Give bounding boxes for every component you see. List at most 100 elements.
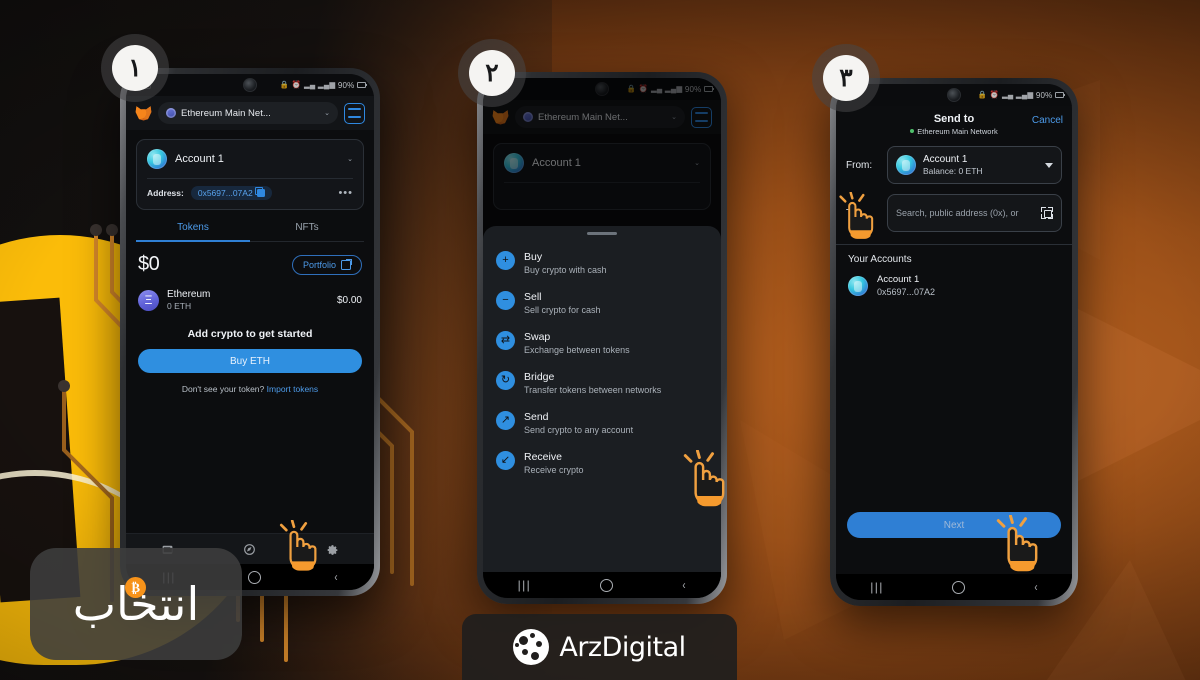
sheet-item-swap[interactable]: ⇄ Swap Exchange between tokens <box>483 323 721 363</box>
cancel-button[interactable]: Cancel <box>1032 115 1063 126</box>
alarm-icon: ⏰ <box>989 90 1000 100</box>
account-switcher-icon[interactable] <box>344 102 365 124</box>
send-header: Send to Ethereum Main Network Cancel <box>836 106 1072 141</box>
network-selector[interactable]: Ethereum Main Net... ⌄ <box>158 102 338 124</box>
copy-address-button[interactable]: 0x5697...07A2 <box>190 186 272 200</box>
sheet-item-send[interactable]: ↗ Send Send crypto to any account <box>483 403 721 443</box>
home-button[interactable] <box>248 570 262 584</box>
wallet-tabs: Tokens NFTs <box>136 222 364 242</box>
sheet-action-list: + Buy Buy crypto with cash − Sell Sell c… <box>483 239 721 483</box>
to-address-input[interactable]: Search, public address (0x), or <box>887 194 1062 232</box>
chevron-down-icon: ⌄ <box>324 110 330 117</box>
sheet-item-title: Swap <box>524 331 551 343</box>
wifi-icon: ▂▄▆ <box>317 80 336 90</box>
token-row-ethereum[interactable]: Ξ Ethereum 0 ETH $0.00 <box>126 282 374 318</box>
sheet-item-text: Bridge Transfer tokens between networks <box>524 371 661 395</box>
from-label: From: <box>846 159 873 171</box>
metamask-header: Ethereum Main Net... ⌄ <box>126 96 374 130</box>
gear-icon[interactable] <box>326 543 339 556</box>
network-subtitle: Ethereum Main Network <box>846 127 1062 136</box>
more-options-button[interactable]: ••• <box>338 188 353 199</box>
to-field-row: To: Search, public address (0x), or <box>836 189 1072 237</box>
sheet-item-subtitle: Exchange between tokens <box>524 345 630 355</box>
portfolio-button[interactable]: Portfolio <box>291 254 362 275</box>
step-badge-1: ۱ <box>101 34 169 102</box>
page-title: Send to <box>933 113 975 125</box>
account-list-item[interactable]: Account 1 0x5697...07A2 <box>836 269 1072 302</box>
sheet-item-sell[interactable]: − Sell Sell crypto for cash <box>483 283 721 323</box>
account-card: Account 1 ⌄ Address: 0x5697...07A2 ••• <box>136 139 364 210</box>
bitcoin-icon: ₿ <box>124 577 146 598</box>
sheet-item-title: Sell <box>524 291 542 303</box>
back-button[interactable]: ‹ <box>683 578 686 592</box>
network-badge-icon <box>166 108 176 118</box>
account-selector-row[interactable]: Account 1 ⌄ <box>137 140 363 178</box>
network-status-dot <box>910 129 915 133</box>
lock-icon: 🔒 <box>279 80 290 90</box>
minus-icon: − <box>496 291 515 310</box>
from-account-selector[interactable]: Account 1 Balance: 0 ETH <box>887 146 1062 184</box>
copy-icon <box>254 187 265 197</box>
your-accounts-title: Your Accounts <box>848 254 912 265</box>
total-balance: $0 <box>138 253 160 275</box>
receive-arrow-icon: ↙ <box>496 451 515 470</box>
sheet-item-text: Send Send crypto to any account <box>524 411 633 435</box>
sheet-drag-handle[interactable] <box>587 232 617 235</box>
metamask-fox-icon[interactable] <box>135 106 152 121</box>
from-account-balance: Balance: 0 ETH <box>923 166 983 176</box>
phone-mockup-3: 🖼 🔒 ⏰ ▂▄ ▂▄▆ 90% Send to Ethereum Main N… <box>830 78 1078 606</box>
tab-tokens[interactable]: Tokens <box>136 222 250 242</box>
recents-button[interactable]: ||| <box>518 578 532 592</box>
sheet-item-text: Swap Exchange between tokens <box>524 331 630 355</box>
sheet-item-receive[interactable]: ↙ Receive Receive crypto <box>483 443 721 483</box>
recents-button[interactable]: ||| <box>870 580 884 594</box>
to-label: To: <box>846 207 860 219</box>
next-button[interactable]: Next <box>847 512 1061 538</box>
token-amount: 0 ETH <box>167 301 192 311</box>
address-row: Address: 0x5697...07A2 ••• <box>137 179 363 209</box>
back-button[interactable]: ‹ <box>1034 580 1037 594</box>
poster-canvas: 6 🖼 🔒 ⏰ ▂▄ ▂▄▆ 90% Ethereum Main Net. <box>0 0 1200 680</box>
send-arrow-icon: ↗ <box>496 411 515 430</box>
avatar <box>896 155 916 175</box>
to-address-placeholder: Search, public address (0x), or <box>896 208 1019 218</box>
phone-screen: 6 🖼 🔒 ⏰ ▂▄ ▂▄▆ 90% Ethereum Main Net. <box>483 78 721 598</box>
chevron-down-icon: ⌄ <box>347 156 353 163</box>
bridge-refresh-icon: ↻ <box>496 371 515 390</box>
sheet-item-subtitle: Transfer tokens between networks <box>524 385 662 395</box>
network-name: Ethereum Main Network <box>917 127 998 136</box>
sheet-item-subtitle: Buy crypto with cash <box>524 265 607 275</box>
step-number: ۳ <box>823 55 869 101</box>
sheet-item-subtitle: Sell crypto for cash <box>524 305 601 315</box>
from-account-name: Account 1 <box>923 154 968 165</box>
sheet-item-title: Bridge <box>524 371 555 383</box>
lock-icon: 🔒 <box>977 90 988 100</box>
qr-scan-icon[interactable] <box>1041 207 1053 219</box>
status-bar-right: 🔒 ⏰ ▂▄ ▂▄▆ 90% <box>279 80 367 90</box>
sheet-item-text: Buy Buy crypto with cash <box>524 251 607 275</box>
home-button[interactable] <box>952 580 966 594</box>
wifi-icon: ▂▄▆ <box>1015 90 1034 100</box>
swap-arrows-icon: ⇄ <box>496 331 515 350</box>
token-fiat-value: $0.00 <box>336 294 362 306</box>
ethereum-icon: Ξ <box>138 289 159 311</box>
signal-icon: ▂▄ <box>1001 90 1014 100</box>
buy-eth-button[interactable]: Buy ETH <box>138 349 362 373</box>
front-camera-cutout <box>947 88 961 102</box>
browser-icon[interactable] <box>243 543 256 556</box>
sheet-item-text: Sell Sell crypto for cash <box>524 291 601 315</box>
battery-icon <box>357 82 367 88</box>
sheet-item-subtitle: Send crypto to any account <box>524 425 634 435</box>
home-button[interactable] <box>600 578 614 592</box>
import-tokens-link[interactable]: Import tokens <box>267 384 319 394</box>
sheet-item-bridge[interactable]: ↻ Bridge Transfer tokens between network… <box>483 363 721 403</box>
sheet-item-title: Send <box>524 411 549 423</box>
portfolio-label: Portfolio <box>302 259 336 270</box>
sheet-item-buy[interactable]: + Buy Buy crypto with cash <box>483 243 721 283</box>
phone-screen: 6 🖼 🔒 ⏰ ▂▄ ▂▄▆ 90% Ethereum Main Net. <box>126 74 374 590</box>
step-number: ۲ <box>469 50 515 96</box>
battery-icon <box>1055 92 1065 98</box>
back-button[interactable]: ‹ <box>334 570 337 584</box>
battery-percent-label: 90% <box>337 80 355 90</box>
tab-nfts[interactable]: NFTs <box>250 222 364 242</box>
